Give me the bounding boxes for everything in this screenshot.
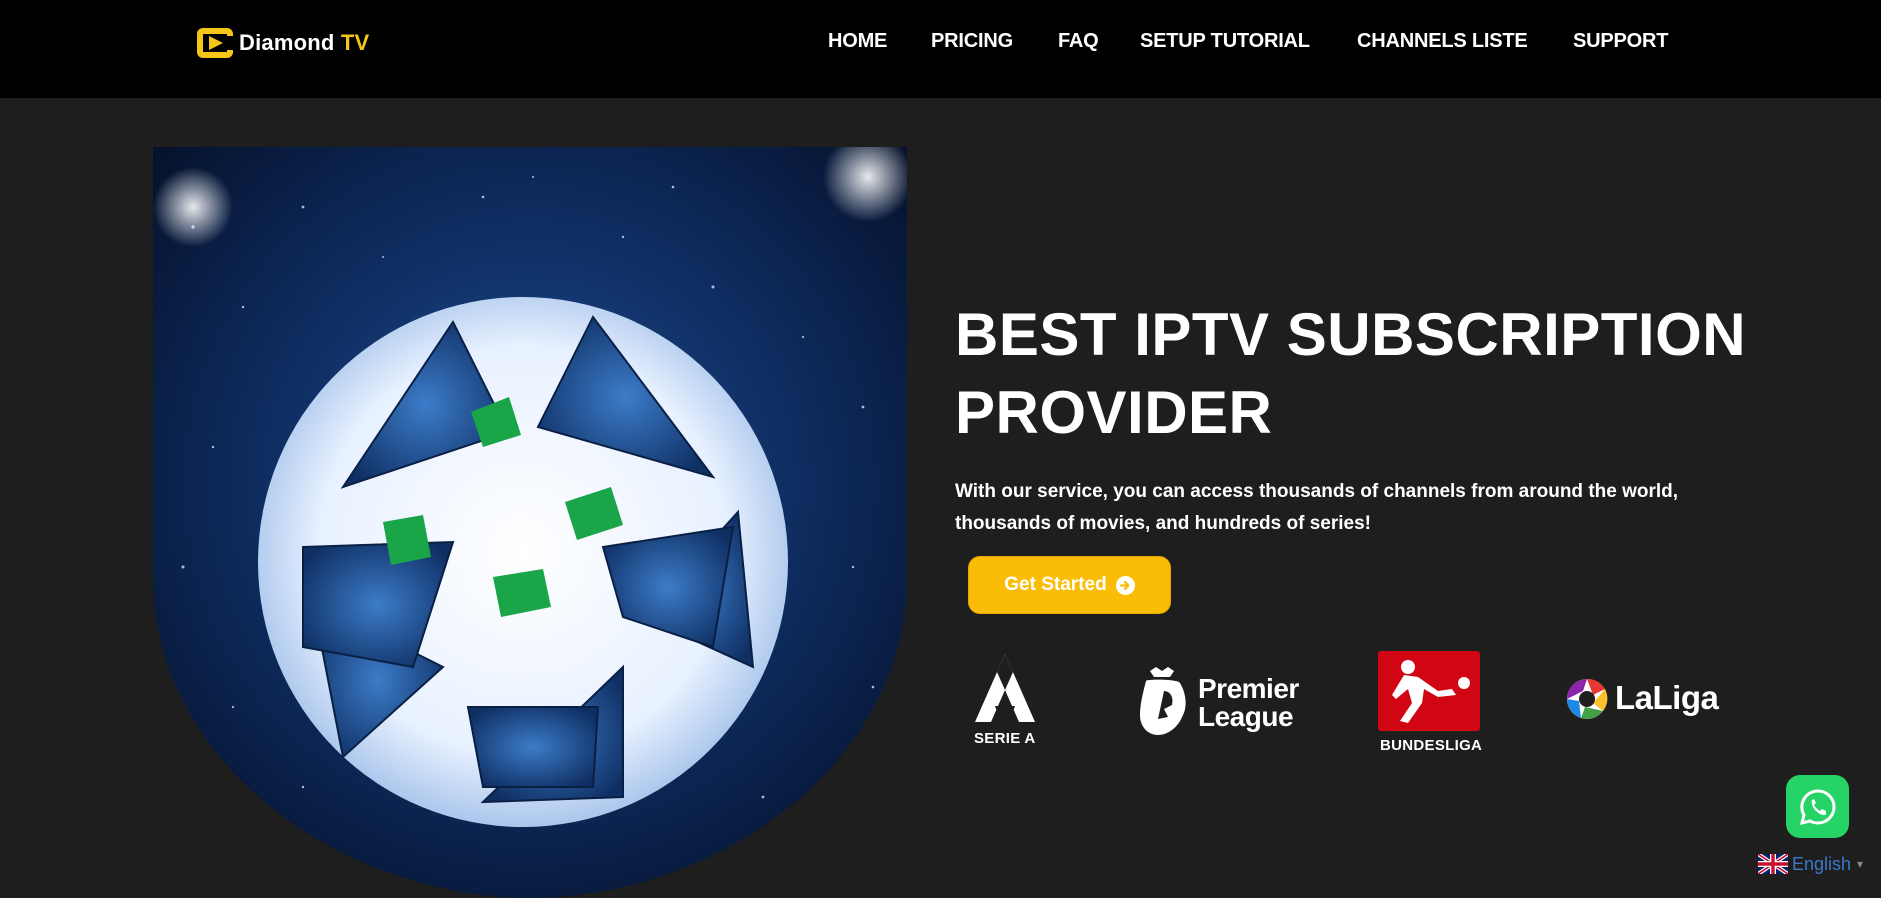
nav-item-pricing[interactable]: PRICING — [931, 30, 1013, 53]
hero-image — [153, 147, 907, 898]
star-ball-stadium-image — [153, 147, 907, 898]
premier-league-lion-logo — [1140, 667, 1186, 735]
league-laliga: LaLiga — [1563, 675, 1723, 725]
whatsapp-icon — [1799, 788, 1835, 825]
language-selector[interactable]: English ▾ — [1758, 852, 1863, 876]
headline-line-1: BEST IPTV SUBSCRIPTION — [955, 301, 1747, 368]
nav-item-faq[interactable]: FAQ — [1058, 30, 1099, 53]
laliga-label: LaLiga — [1615, 679, 1719, 716]
brand-name: Diamond TV — [239, 30, 370, 55]
get-started-button[interactable]: Get Started — [968, 556, 1171, 614]
get-started-label: Get Started — [1004, 574, 1107, 595]
hero-subtext: With our service, you can access thousan… — [955, 481, 1679, 534]
league-serie-a: SERIE A — [968, 650, 1043, 752]
uk-flag-icon — [1758, 854, 1788, 874]
serie-a-label: SERIE A — [974, 730, 1036, 747]
nav-item-setup-tutorial[interactable]: SETUP TUTORIAL — [1140, 30, 1310, 53]
language-label: English — [1792, 853, 1852, 874]
whatsapp-button[interactable] — [1786, 775, 1849, 838]
hero-headline: BEST IPTV SUBSCRIPTION PROVIDER — [955, 296, 1775, 452]
bundesliga-logo — [1378, 651, 1480, 731]
headline-line-2: PROVIDER — [955, 379, 1273, 446]
chevron-down-icon: ▾ — [1857, 857, 1864, 871]
laliga-logo — [1567, 678, 1608, 719]
nav-item-home[interactable]: HOME — [828, 30, 887, 53]
nav-item-channels-liste[interactable]: CHANNELS LISTE — [1357, 30, 1528, 53]
arrow-circle-right-icon — [1115, 575, 1135, 595]
bundesliga-label: BUNDESLIGA — [1380, 737, 1483, 754]
site-header: Diamond TV HOME PRICING FAQ SETUP TUTORI… — [0, 0, 1881, 98]
league-bundesliga: BUNDESLIGA — [1378, 651, 1483, 755]
serie-a-logo — [975, 654, 1035, 722]
premier-label-line-2: League — [1198, 701, 1294, 732]
brand-logo[interactable]: Diamond TV — [195, 24, 369, 62]
league-premier-league: Premier League — [1134, 665, 1304, 737]
play-logo-icon — [197, 28, 233, 58]
premier-label-line-1: Premier — [1198, 673, 1299, 704]
nav-item-support[interactable]: SUPPORT — [1573, 30, 1668, 53]
